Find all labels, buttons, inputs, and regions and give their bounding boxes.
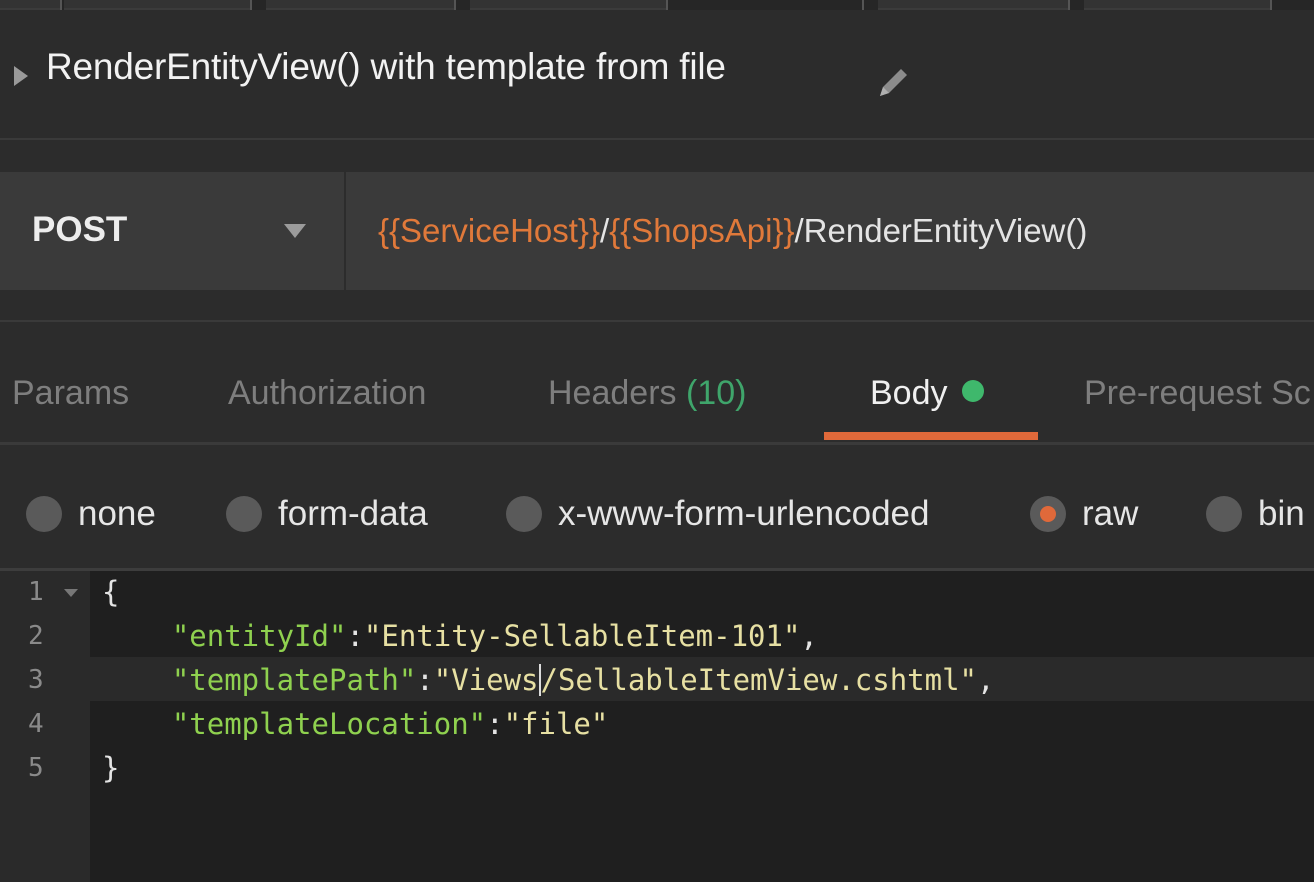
line-number: 1 (28, 577, 44, 607)
url-segment: /RenderEntityView() (794, 212, 1088, 249)
active-tab-indicator (824, 432, 1038, 440)
json-string: "Views (433, 663, 539, 697)
request-tab[interactable] (1084, 0, 1270, 10)
code-line: "templateLocation":"file" (171, 707, 609, 741)
body-mode-label: bin (1258, 494, 1305, 533)
tab-authorization[interactable]: Authorization (228, 374, 426, 413)
request-name: RenderEntityView() with template from fi… (46, 46, 726, 87)
body-mode-label: raw (1082, 494, 1139, 533)
line-number: 3 (28, 665, 44, 695)
url-input[interactable]: {{ServiceHost}}/{{ShopsApi}}/RenderEntit… (346, 172, 1314, 290)
tab-separator (862, 0, 864, 10)
json-string: "Entity-SellableItem-101" (363, 619, 801, 653)
url-segment: / (599, 212, 610, 249)
body-mode-label: form-data (278, 494, 428, 533)
tab-separator (1270, 0, 1272, 10)
expand-caret-icon[interactable] (14, 66, 28, 86)
dropdown-caret-icon (284, 224, 306, 238)
code-line: "templatePath":"Views/SellableItemView.c… (171, 663, 995, 697)
code-line: { (102, 575, 119, 609)
request-tab[interactable] (0, 0, 60, 10)
request-tab-strip (0, 0, 1314, 10)
body-status-dot (961, 380, 984, 402)
json-string: /SellableItemView.cshtml" (540, 663, 978, 697)
request-title-bar: RenderEntityView() with template from fi… (0, 10, 1314, 140)
tab-pre-request-script[interactable]: Pre-request Sc (1084, 374, 1311, 413)
request-tab[interactable] (266, 0, 454, 10)
tab-headers[interactable]: Headers (10) (548, 374, 746, 413)
request-tab[interactable] (470, 0, 666, 10)
line-number: 5 (28, 753, 44, 783)
url-text: {{ServiceHost}}/{{ShopsApi}}/RenderEntit… (378, 212, 1087, 250)
json-brace: } (102, 751, 120, 785)
edit-icon[interactable] (874, 62, 914, 102)
body-editor[interactable]: 1 2 3 4 5 { "entityId":"Entity-SellableI… (0, 571, 1314, 882)
radio-binary[interactable] (1206, 496, 1242, 532)
radio-urlencoded[interactable] (506, 496, 542, 532)
request-bar: POST {{ServiceHost}}/{{ShopsApi}}/Render… (0, 140, 1314, 322)
tab-separator (1068, 0, 1070, 10)
radio-none[interactable] (26, 496, 62, 532)
request-tab[interactable] (878, 0, 1068, 10)
url-variable: {{ShopsApi}} (609, 212, 795, 249)
tab-separator (454, 0, 456, 10)
url-variable: {{ServiceHost}} (378, 212, 600, 249)
body-mode-selector: none form-data x-www-form-urlencoded raw… (0, 446, 1314, 571)
tab-params[interactable]: Params (12, 374, 129, 413)
tab-headers-label: Headers (548, 374, 677, 412)
request-tabs: Params Authorization Headers (10) Body P… (0, 322, 1314, 445)
code-line: "entityId":"Entity-SellableItem-101", (171, 619, 818, 653)
json-key: "entityId" (171, 619, 347, 653)
radio-raw[interactable] (1030, 496, 1066, 532)
json-string: "file" (503, 707, 609, 741)
body-mode-label: x-www-form-urlencoded (558, 494, 930, 533)
code-line: } (102, 751, 119, 785)
tab-body-label: Body (870, 374, 948, 412)
request-tab[interactable] (64, 0, 250, 10)
line-number: 4 (28, 709, 44, 739)
tab-body[interactable]: Body (870, 374, 984, 413)
fold-icon[interactable] (64, 589, 78, 597)
method-select[interactable]: POST (0, 172, 346, 290)
tab-separator (60, 0, 62, 10)
json-key: "templateLocation" (171, 707, 487, 741)
tab-separator (666, 0, 668, 10)
headers-count-badge: (10) (685, 374, 747, 412)
json-brace: { (102, 575, 120, 609)
line-number: 2 (28, 621, 44, 651)
method-label: POST (32, 210, 128, 249)
json-key: "templatePath" (171, 663, 417, 697)
body-mode-label: none (78, 494, 156, 533)
radio-form-data[interactable] (226, 496, 262, 532)
tab-separator (250, 0, 252, 10)
